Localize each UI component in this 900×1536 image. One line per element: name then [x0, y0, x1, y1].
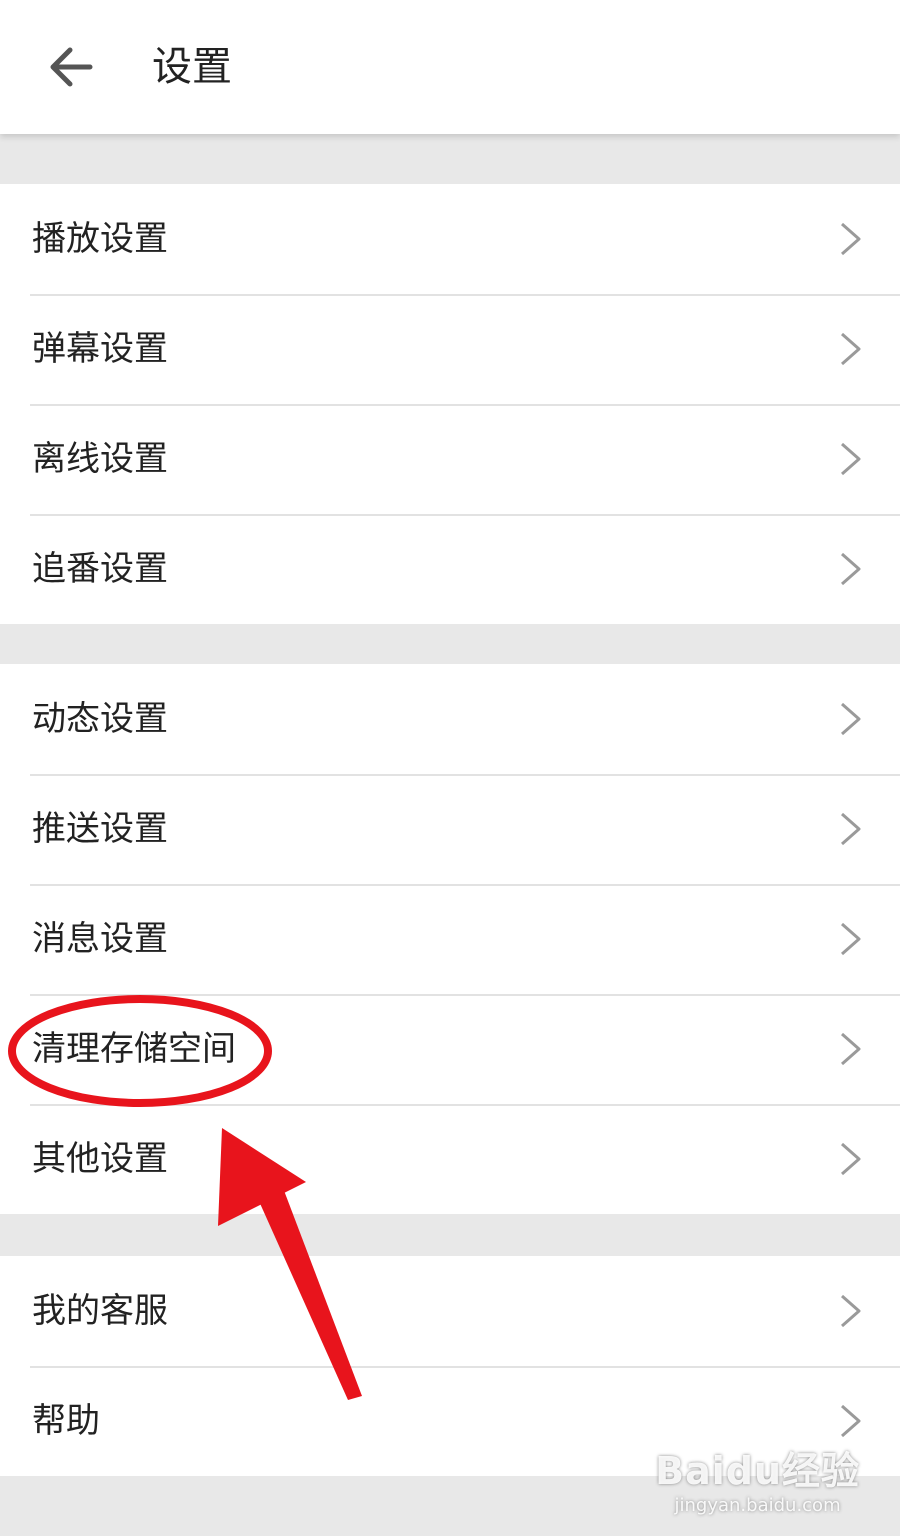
settings-group-playback: 播放设置 弹幕设置 离线设置 追番设置 — [0, 184, 900, 624]
settings-item-messages[interactable]: 消息设置 — [0, 884, 900, 994]
settings-item-offline[interactable]: 离线设置 — [0, 404, 900, 514]
settings-item-label: 弹幕设置 — [32, 329, 168, 369]
settings-item-follow-anime[interactable]: 追番设置 — [0, 514, 900, 624]
chevron-right-icon — [841, 702, 861, 736]
settings-item-push[interactable]: 推送设置 — [0, 774, 900, 884]
settings-item-label: 我的客服 — [32, 1291, 168, 1331]
back-button[interactable] — [40, 37, 100, 97]
settings-item-other[interactable]: 其他设置 — [0, 1104, 900, 1214]
arrow-left-icon — [50, 47, 93, 87]
chevron-right-icon — [841, 222, 861, 256]
settings-item-label: 清理存储空间 — [32, 1029, 236, 1069]
chevron-right-icon — [841, 442, 861, 476]
chevron-right-icon — [841, 812, 861, 846]
settings-item-label: 动态设置 — [32, 699, 168, 739]
settings-item-feed[interactable]: 动态设置 — [0, 664, 900, 774]
chevron-right-icon — [841, 1142, 861, 1176]
chevron-right-icon — [841, 552, 861, 586]
settings-item-label: 帮助 — [32, 1401, 100, 1441]
settings-item-danmaku[interactable]: 弹幕设置 — [0, 294, 900, 404]
app-header: 设置 — [0, 0, 900, 134]
settings-item-playback[interactable]: 播放设置 — [0, 184, 900, 294]
settings-group-general: 动态设置 推送设置 消息设置 清理存储空间 其他设置 — [0, 664, 900, 1214]
settings-item-label: 播放设置 — [32, 219, 168, 259]
watermark-logo: Baidu经验 — [655, 1449, 860, 1493]
settings-item-label: 其他设置 — [32, 1139, 168, 1179]
settings-item-clear-storage[interactable]: 清理存储空间 — [0, 994, 900, 1104]
settings-item-label: 消息设置 — [32, 919, 168, 959]
watermark-url: jingyan.baidu.com — [674, 1495, 841, 1516]
settings-item-label: 追番设置 — [32, 549, 168, 589]
chevron-right-icon — [841, 922, 861, 956]
page-title: 设置 — [152, 44, 232, 90]
chevron-right-icon — [841, 332, 861, 366]
chevron-right-icon — [841, 1032, 861, 1066]
settings-item-label: 离线设置 — [32, 439, 168, 479]
watermark: Baidu经验 jingyan.baidu.com — [655, 1440, 860, 1516]
settings-item-customer-service[interactable]: 我的客服 — [0, 1256, 900, 1366]
settings-item-label: 推送设置 — [32, 809, 168, 849]
chevron-right-icon — [841, 1404, 861, 1438]
chevron-right-icon — [841, 1294, 861, 1328]
